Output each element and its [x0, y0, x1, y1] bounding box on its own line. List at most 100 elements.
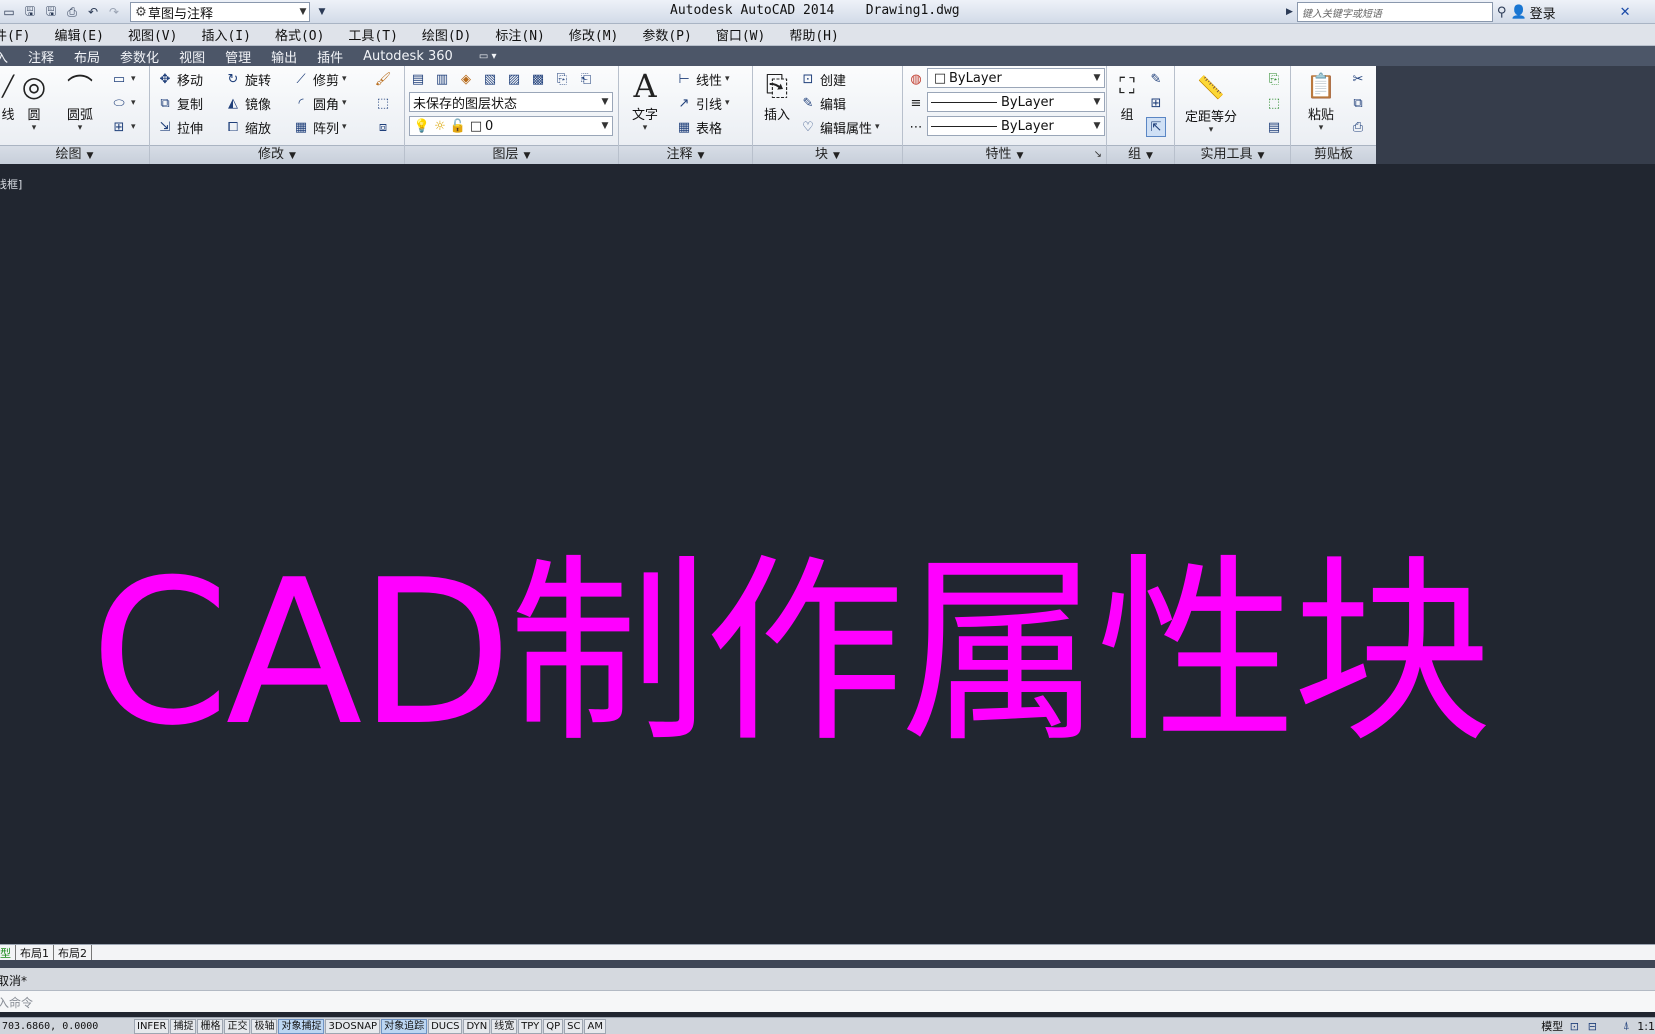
tab-annotate[interactable]: 注释	[18, 47, 64, 66]
match-clip-icon[interactable]: ⎙	[1349, 118, 1367, 136]
tab-view[interactable]: 视图	[169, 47, 215, 66]
status-toggle-栅格[interactable]: 栅格	[197, 1018, 224, 1034]
create-block-button[interactable]: ⊡ 创建	[799, 68, 846, 90]
color-wheel-icon[interactable]: ◍	[907, 70, 925, 88]
menu-format[interactable]: 格式(O)	[263, 25, 336, 44]
coordinates-readout[interactable]: 703.6860, 0.0000	[0, 1021, 134, 1032]
ellipse-tool[interactable]: ⬭ ▾	[110, 92, 135, 114]
explode-button[interactable]: ⬚	[374, 92, 392, 114]
command-input[interactable]: 入命令	[0, 990, 1655, 1012]
circle-button[interactable]: ◎ 圆 ▾	[16, 68, 52, 134]
qat-customize-icon[interactable]: ▼	[313, 3, 331, 21]
rectangle-tool[interactable]: ▭ ▾	[110, 68, 136, 90]
quick-select-icon[interactable]: ⎘	[1265, 70, 1283, 88]
status-toggle-对象捕捉[interactable]: 对象捕捉	[278, 1018, 325, 1034]
menu-insert[interactable]: 插入(I)	[189, 25, 262, 44]
layer-dropdown[interactable]: 💡 ☼ 🔓 □ 0 ▼	[409, 116, 613, 136]
menu-parametric[interactable]: 参数(P)	[630, 25, 703, 44]
status-toggle-infer[interactable]: INFER	[134, 1018, 170, 1034]
status-toggle-am[interactable]: AM	[584, 1018, 606, 1034]
save-icon[interactable]: 🖫	[21, 3, 39, 21]
layer-walk-icon[interactable]: ⎗	[577, 70, 595, 88]
text-button[interactable]: A 文字 ▾	[627, 67, 663, 133]
status-toggle-捕捉[interactable]: 捕捉	[170, 1018, 197, 1034]
cut-icon[interactable]: ✂	[1349, 70, 1367, 88]
copy-button[interactable]: ⧉ 复制	[156, 92, 203, 114]
status-toggle-对象追踪[interactable]: 对象追踪	[381, 1018, 428, 1034]
leader-button[interactable]: ↗ 引线 ▾	[675, 92, 730, 114]
edit-attributes-button[interactable]: ♡ 编辑属性 ▾	[799, 116, 879, 138]
layer-isolate-icon[interactable]: ▧	[481, 70, 499, 88]
viewport-controls[interactable]: 线框]	[0, 176, 22, 192]
ribbon-minimize-icon[interactable]: ▭ ▾	[479, 51, 497, 62]
menu-window[interactable]: 窗口(W)	[704, 25, 777, 44]
rotate-button[interactable]: ↻ 旋转	[224, 68, 271, 90]
calculator-icon[interactable]: ▤	[1265, 118, 1283, 136]
signin-button[interactable]: 👤 登录	[1510, 3, 1555, 22]
quick-view-layouts-icon[interactable]: ⊡	[1567, 1017, 1581, 1034]
insert-block-button[interactable]: ⎘ 插入	[759, 68, 795, 123]
status-toggle-极轴[interactable]: 极轴	[251, 1018, 278, 1034]
exchange-icon[interactable]: ✕	[1620, 5, 1631, 20]
edit-block-button[interactable]: ✎ 编辑	[799, 92, 846, 114]
table-button[interactable]: ▦ 表格	[675, 116, 722, 138]
layer-properties-icon[interactable]: ▤	[409, 70, 427, 88]
status-toggle-正交[interactable]: 正交	[224, 1018, 251, 1034]
model-space-button[interactable]: 模型	[1541, 1018, 1563, 1034]
move-button[interactable]: ✥ 移动	[156, 68, 203, 90]
modify-panel-title[interactable]: 修改 ▼	[150, 145, 404, 164]
status-toggle-线宽[interactable]: 线宽	[491, 1018, 518, 1034]
measure-button[interactable]: 📏 定距等分 ▾	[1185, 70, 1237, 136]
group-edit-icon[interactable]: ⊞	[1147, 94, 1165, 112]
scale-button[interactable]: ⧠ 缩放	[224, 116, 271, 138]
layer-state-dropdown[interactable]: 未保存的图层状态 ▼	[409, 92, 613, 112]
binoculars-icon[interactable]: ⚲	[1497, 5, 1507, 20]
block-panel-title[interactable]: 块 ▼	[753, 145, 902, 164]
color-dropdown[interactable]: □ ByLayer ▼	[927, 68, 1105, 88]
redo-icon[interactable]: ↷	[105, 3, 123, 21]
menu-draw[interactable]: 绘图(D)	[410, 25, 483, 44]
tab-manage[interactable]: 管理	[215, 47, 261, 66]
stretch-button[interactable]: ⇲ 拉伸	[156, 116, 203, 138]
offset-button[interactable]: ⧈	[374, 116, 392, 138]
layer-stack-icon[interactable]: ▥	[433, 70, 451, 88]
tab-insert[interactable]: 入	[0, 47, 18, 66]
save-as-icon[interactable]: 🖫	[42, 3, 60, 21]
layer-freeze-icon[interactable]: ▨	[505, 70, 523, 88]
annotation-scale[interactable]: 1:1	[1637, 1020, 1655, 1033]
linetype-dropdown[interactable]: ByLayer ▼	[927, 116, 1105, 136]
menu-file[interactable]: 件(F)	[0, 25, 42, 44]
menu-view[interactable]: 视图(V)	[116, 25, 189, 44]
ungroup-icon[interactable]: ✎	[1147, 70, 1165, 88]
fillet-button[interactable]: ◜ 圆角 ▾	[292, 92, 346, 114]
menu-help[interactable]: 帮助(H)	[777, 25, 850, 44]
lineweight-dropdown[interactable]: ByLayer ▼	[927, 92, 1105, 112]
expand-search-icon[interactable]: ▶	[1286, 7, 1293, 17]
lineweight-icon[interactable]: ≡	[907, 94, 925, 112]
group-button[interactable]: ⛶ 组	[1109, 68, 1145, 124]
array-button[interactable]: ▦ 阵列 ▾	[292, 116, 347, 138]
status-toggle-tpy[interactable]: TPY	[518, 1018, 543, 1034]
match-properties-button[interactable]: 🖌	[374, 68, 392, 90]
tab-plugins[interactable]: 插件	[307, 47, 353, 66]
status-toggle-ducs[interactable]: DUCS	[428, 1018, 463, 1034]
status-toggle-dyn[interactable]: DYN	[463, 1018, 491, 1034]
tab-parametric[interactable]: 参数化	[110, 47, 169, 66]
menu-modify[interactable]: 修改(M)	[557, 25, 630, 44]
layer-off-icon[interactable]: ◈	[457, 70, 475, 88]
status-toggle-qp[interactable]: QP	[543, 1018, 564, 1034]
linetype-icon[interactable]: ⋯	[907, 118, 925, 136]
properties-panel-title[interactable]: 特性 ▼ ↘	[903, 145, 1106, 164]
tab-layout2[interactable]: 布局2	[54, 944, 92, 961]
menu-dimension[interactable]: 标注(N)	[483, 25, 556, 44]
drawing-canvas[interactable]: 线框] CAD制作属性块 <	[0, 164, 1655, 944]
workspace-dropdown[interactable]: ⚙ 草图与注释 ▼	[130, 2, 310, 22]
layer-match-icon[interactable]: ⎘	[553, 70, 571, 88]
annotation-panel-title[interactable]: 注释 ▼	[619, 145, 752, 164]
menu-tools[interactable]: 工具(T)	[336, 25, 409, 44]
undo-icon[interactable]: ↶	[84, 3, 102, 21]
quick-view-drawings-icon[interactable]: ⊟	[1585, 1017, 1599, 1034]
clipboard-panel-title[interactable]: 剪贴板	[1291, 145, 1376, 164]
tab-layout[interactable]: 布局	[64, 47, 110, 66]
linear-dimension-button[interactable]: ⊢ 线性 ▾	[675, 68, 729, 90]
